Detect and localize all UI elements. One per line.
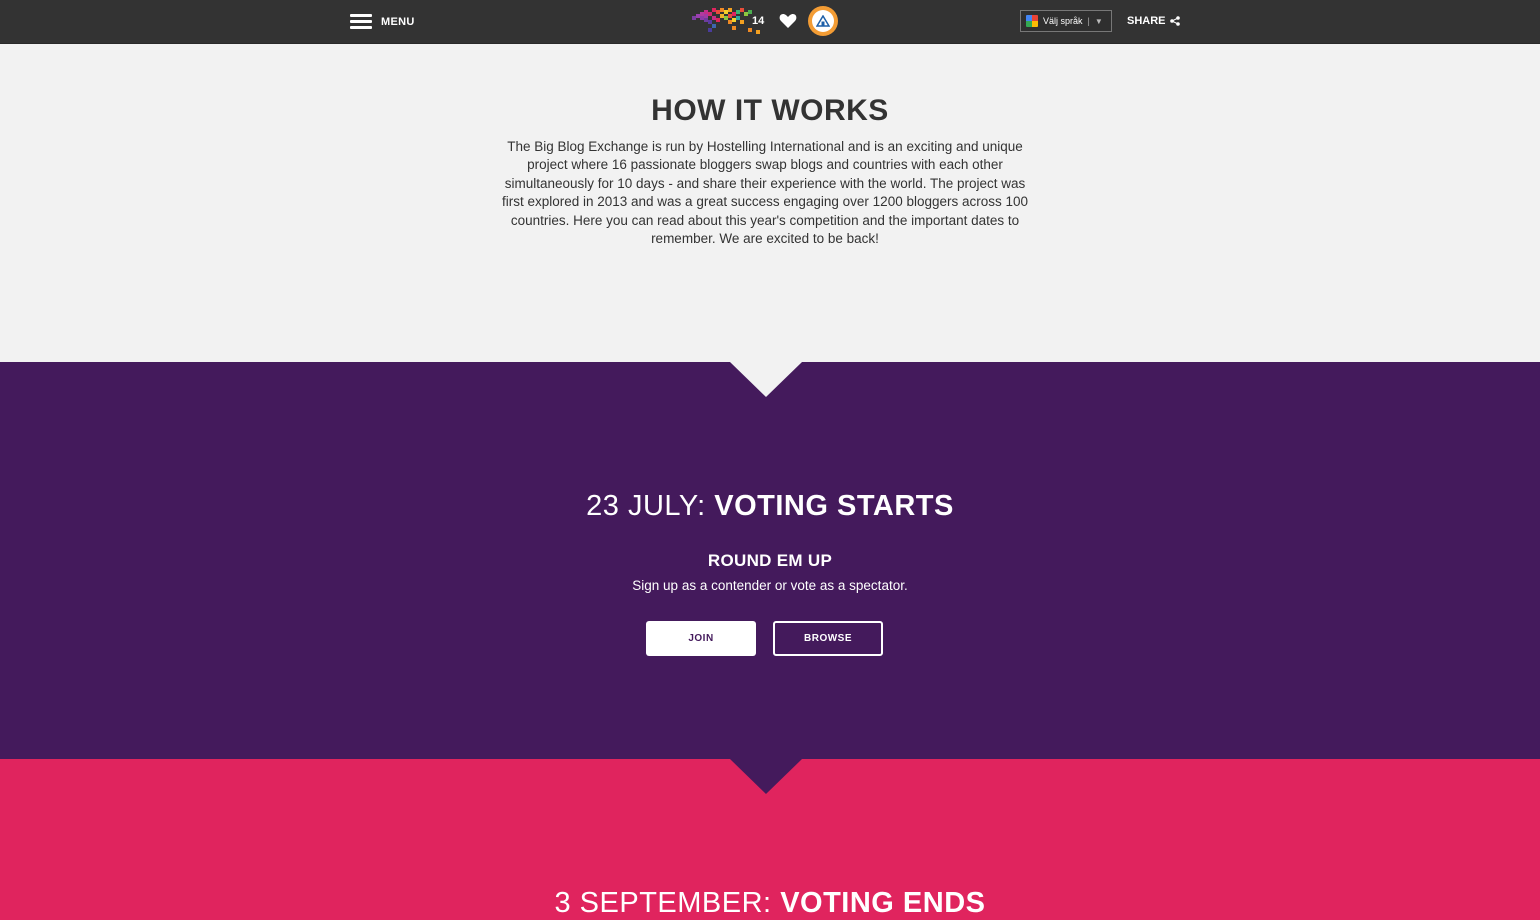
google-translate-icon [1026, 15, 1038, 27]
voting-starts-title: VOTING STARTS [714, 490, 954, 522]
voting-ends-date: 3 SEPTEMBER: [554, 887, 772, 919]
browse-button[interactable]: BROWSE [773, 621, 883, 656]
voting-starts-date: 23 JULY: [586, 490, 706, 522]
share-label: SHARE [1127, 15, 1166, 27]
language-select-label: Välj språk [1043, 16, 1083, 26]
language-select-separator: | [1087, 16, 1090, 26]
big-blog-exchange-logo[interactable] [692, 6, 760, 36]
top-navigation-bar: MENU 14 Välj språk | ▼ SHARE [0, 0, 1540, 44]
share-icon [1169, 16, 1180, 26]
hostel-icon [816, 15, 830, 27]
section-divider-arrow [730, 362, 802, 397]
hamburger-icon [350, 14, 372, 30]
heart-icon[interactable] [778, 11, 798, 31]
voting-starts-text: Sign up as a contender or vote as a spec… [632, 578, 908, 593]
language-select[interactable]: Välj språk | ▼ [1020, 10, 1112, 32]
how-it-works-body: The Big Blog Exchange is run by Hostelli… [501, 139, 1029, 247]
voting-starts-heading: 23 JULY: VOTING STARTS [0, 490, 1540, 523]
how-it-works-title: HOW IT WORKS [651, 94, 889, 127]
chevron-down-icon: ▼ [1094, 16, 1103, 26]
how-it-works-section: HOW IT WORKS The Big Blog Exchange is ru… [0, 44, 1540, 362]
logo-number: 14 [752, 15, 765, 27]
round-em-up-subheading: ROUND EM UP [707, 551, 833, 570]
voting-starts-section: 23 JULY: VOTING STARTS ROUND EM UP Sign … [0, 362, 1540, 759]
voting-ends-heading: 3 SEPTEMBER: VOTING ENDS [0, 887, 1540, 920]
voting-ends-title: VOTING ENDS [780, 887, 986, 919]
share-button[interactable]: SHARE [1127, 15, 1180, 27]
section-divider-arrow [730, 759, 802, 794]
menu-label: MENU [381, 16, 415, 28]
hostelling-international-badge[interactable] [808, 6, 838, 36]
join-button[interactable]: JOIN [646, 621, 756, 656]
menu-button[interactable]: MENU [350, 12, 415, 32]
